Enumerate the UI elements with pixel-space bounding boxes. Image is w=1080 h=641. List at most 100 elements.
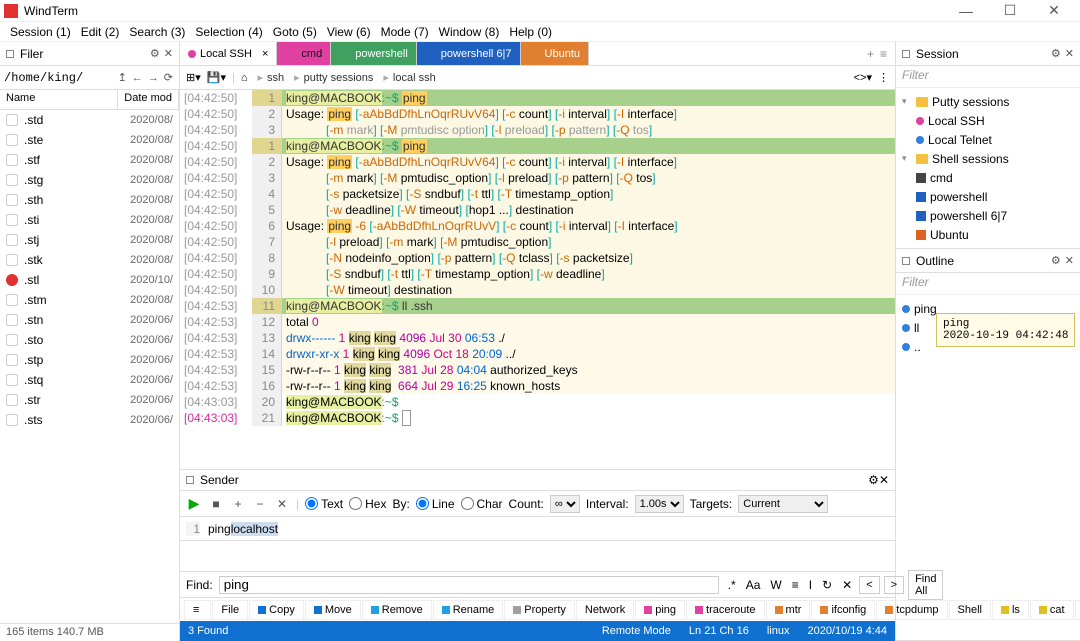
cmd-Copy[interactable]: Copy — [249, 600, 304, 620]
session-tree[interactable]: ▾Putty sessionsLocal SSHLocal Telnet▾She… — [896, 88, 1080, 248]
find-option[interactable]: ≡ — [789, 578, 802, 592]
filer-row[interactable]: .std2020/08/ — [0, 110, 179, 130]
session-tab[interactable]: Local SSH× — [180, 42, 277, 65]
menu-item[interactable]: Edit (2) — [77, 24, 124, 40]
remove-icon[interactable]: − — [252, 497, 268, 511]
add-icon[interactable]: + — [230, 497, 246, 511]
outline-tree[interactable]: pingllping 2020-10-19 04:42:48.. — [896, 295, 1080, 360]
cmd-ping[interactable]: ping — [635, 600, 685, 620]
col-name[interactable]: Name — [0, 90, 118, 109]
sender-input-row[interactable]: 1 ping localhost — [180, 517, 895, 541]
filer-row[interactable]: .stq2020/06/ — [0, 370, 179, 390]
cmd-traceroute[interactable]: traceroute — [686, 600, 765, 620]
filer-row[interactable]: .str2020/06/ — [0, 390, 179, 410]
filer-row[interactable]: .stk2020/08/ — [0, 250, 179, 270]
find-option[interactable]: ↻ — [819, 578, 835, 592]
cmd-Move[interactable]: Move — [305, 600, 361, 620]
session-tree-item[interactable]: Local SSH — [898, 111, 1078, 130]
menu-item[interactable]: View (6) — [323, 24, 375, 40]
filer-row[interactable]: .stg2020/08/ — [0, 170, 179, 190]
menu-item[interactable]: Search (3) — [125, 24, 189, 40]
gear-icon[interactable]: ⚙ — [150, 47, 160, 60]
new-tab-icon[interactable]: ⊞▾ — [186, 71, 201, 84]
nav-up-icon[interactable]: ↥ — [116, 71, 129, 84]
crumb-localssh[interactable]: local ssh — [379, 71, 435, 84]
close-icon[interactable]: ✕ — [1065, 254, 1074, 267]
find-option[interactable]: Aa — [743, 578, 764, 592]
filer-row[interactable]: .sts2020/06/ — [0, 410, 179, 430]
filer-row[interactable]: .stf2020/08/ — [0, 150, 179, 170]
session-tree-item[interactable]: Ubuntu — [898, 225, 1078, 244]
menu-item[interactable]: Help (0) — [505, 24, 556, 40]
session-tree-item[interactable]: Local Telnet — [898, 130, 1078, 149]
session-tree-item[interactable]: ▾Shell sessions — [898, 149, 1078, 168]
filer-row[interactable]: .stp2020/06/ — [0, 350, 179, 370]
find-option[interactable]: ✕ — [839, 578, 855, 592]
window-close-button[interactable]: ✕ — [1032, 2, 1076, 19]
by-char[interactable]: Char — [461, 497, 503, 511]
menu-item[interactable]: Session (1) — [6, 24, 75, 40]
cmd-Property[interactable]: Property — [504, 600, 575, 620]
close-icon[interactable]: ✕ — [164, 47, 173, 60]
cmd-Network[interactable]: Network — [576, 600, 634, 620]
filer-list[interactable]: .std2020/08/.ste2020/08/.stf2020/08/.stg… — [0, 110, 179, 623]
session-tab[interactable]: Ubuntu — [521, 42, 589, 65]
filer-row[interactable]: .stm2020/08/ — [0, 290, 179, 310]
cmd-mtr[interactable]: mtr — [766, 600, 811, 620]
session-tree-item[interactable]: powershell 6|7 — [898, 206, 1078, 225]
session-tree-item[interactable]: cmd — [898, 168, 1078, 187]
filer-row[interactable]: .stl2020/10/ — [0, 270, 179, 290]
stop-icon[interactable]: ■ — [208, 497, 224, 511]
cmd-Rename[interactable]: Rename — [433, 600, 504, 620]
mode-hex[interactable]: Hex — [349, 497, 386, 511]
crumb-ssh[interactable]: ssh — [253, 71, 284, 84]
window-minimize-button[interactable]: — — [944, 3, 988, 19]
refresh-icon[interactable]: ⟳ — [162, 71, 175, 84]
gear-icon[interactable]: ⚙ — [1051, 47, 1061, 60]
session-tree-item[interactable]: ▾Putty sessions — [898, 92, 1078, 111]
by-line[interactable]: Line — [416, 497, 455, 511]
crumb-putty[interactable]: putty sessions — [290, 71, 373, 84]
session-filter[interactable]: Filter — [896, 66, 1080, 88]
session-tree-item[interactable]: powershell — [898, 187, 1078, 206]
home-icon[interactable]: ⌂ — [241, 72, 248, 84]
find-option[interactable]: .* — [725, 578, 739, 592]
tab-close-icon[interactable]: × — [262, 48, 268, 60]
cmd-Remove[interactable]: Remove — [362, 600, 432, 620]
find-input[interactable] — [219, 576, 719, 594]
menu-item[interactable]: Goto (5) — [269, 24, 321, 40]
menu-item[interactable]: Selection (4) — [191, 24, 266, 40]
save-icon[interactable]: 💾▾ — [207, 71, 226, 84]
cmd-menu[interactable]: ≡ — [184, 600, 211, 620]
close-icon[interactable]: ✕ — [879, 473, 889, 487]
close-icon[interactable]: ✕ — [1065, 47, 1074, 60]
window-maximize-button[interactable]: ☐ — [988, 2, 1032, 19]
session-tab[interactable]: cmd — [277, 42, 331, 65]
tabs-menu-icon[interactable]: ≡ — [880, 47, 887, 61]
cmd-ifconfig[interactable]: ifconfig — [811, 600, 875, 620]
filer-row[interactable]: .stn2020/06/ — [0, 310, 179, 330]
find-prev[interactable]: < — [859, 576, 879, 594]
terminal-output[interactable]: [04:42:50]1king@MACBOOK:~$ ping[04:42:50… — [180, 90, 895, 469]
gear-icon[interactable]: ⚙ — [1051, 254, 1061, 267]
find-option[interactable]: W — [767, 578, 784, 592]
outline-filter[interactable]: Filter — [896, 273, 1080, 295]
filer-row[interactable]: .sti2020/08/ — [0, 210, 179, 230]
history-icon[interactable]: <>▾ — [854, 71, 872, 84]
filer-row[interactable]: .sto2020/06/ — [0, 330, 179, 350]
find-option[interactable]: I — [806, 578, 815, 592]
col-date[interactable]: Date mod — [118, 90, 179, 109]
filer-row[interactable]: .sth2020/08/ — [0, 190, 179, 210]
mode-text[interactable]: Text — [305, 497, 343, 511]
count-select[interactable]: ∞ — [550, 495, 580, 513]
clear-icon[interactable]: ✕ — [274, 497, 290, 511]
session-tab[interactable]: powershell 6|7 — [417, 42, 521, 65]
menu-item[interactable]: Window (8) — [435, 24, 504, 40]
menu-item[interactable]: Mode (7) — [377, 24, 433, 40]
session-tab[interactable]: powershell — [331, 42, 417, 65]
nav-fwd-icon[interactable]: → — [146, 72, 161, 84]
nav-back-icon[interactable]: ← — [130, 72, 145, 84]
filer-row[interactable]: .stj2020/08/ — [0, 230, 179, 250]
cmd-File[interactable]: File — [212, 600, 248, 620]
interval-select[interactable]: 1.00s — [635, 495, 684, 513]
